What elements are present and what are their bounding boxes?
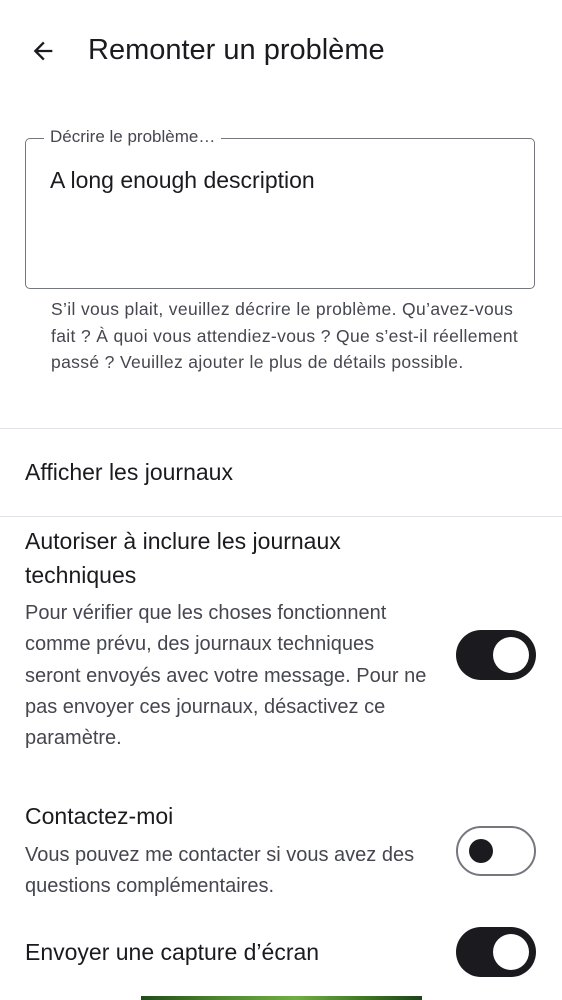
include-logs-title: Autoriser à inclure les journaux techniq…: [25, 528, 341, 588]
description-helper-text: S’il vous plait, veuillez décrire le pro…: [51, 299, 519, 372]
include-logs-toggle[interactable]: [456, 630, 536, 680]
description-input-value[interactable]: A long enough description: [50, 165, 315, 195]
view-logs-label: Afficher les journaux: [25, 459, 233, 485]
top-app-bar: Remonter un problème: [0, 0, 562, 100]
contact-me-description: Vous pouvez me contacter si vous avez de…: [25, 844, 415, 898]
contact-me-toggle[interactable]: [456, 826, 536, 876]
toggle-thumb: [469, 838, 493, 863]
include-logs-description: Pour vérifier que les choses fonctionnen…: [25, 602, 427, 750]
page-title: Remonter un problème: [88, 34, 385, 66]
send-screenshot-title: Envoyer une capture d’écran: [25, 939, 320, 965]
description-input[interactable]: [25, 138, 535, 289]
toggle-thumb: [493, 934, 529, 970]
divider: [0, 428, 562, 429]
screenshot-preview-image: [141, 996, 422, 1000]
divider: [0, 516, 562, 517]
send-screenshot-toggle[interactable]: [456, 927, 536, 977]
toggle-thumb: [493, 637, 529, 673]
contact-me-title: Contactez-moi: [25, 803, 174, 829]
back-button[interactable]: [22, 30, 64, 72]
view-logs-item[interactable]: Afficher les journaux: [0, 430, 562, 516]
arrow-left-icon: [33, 41, 53, 61]
description-input-label: Décrire le problème…: [44, 126, 222, 148]
